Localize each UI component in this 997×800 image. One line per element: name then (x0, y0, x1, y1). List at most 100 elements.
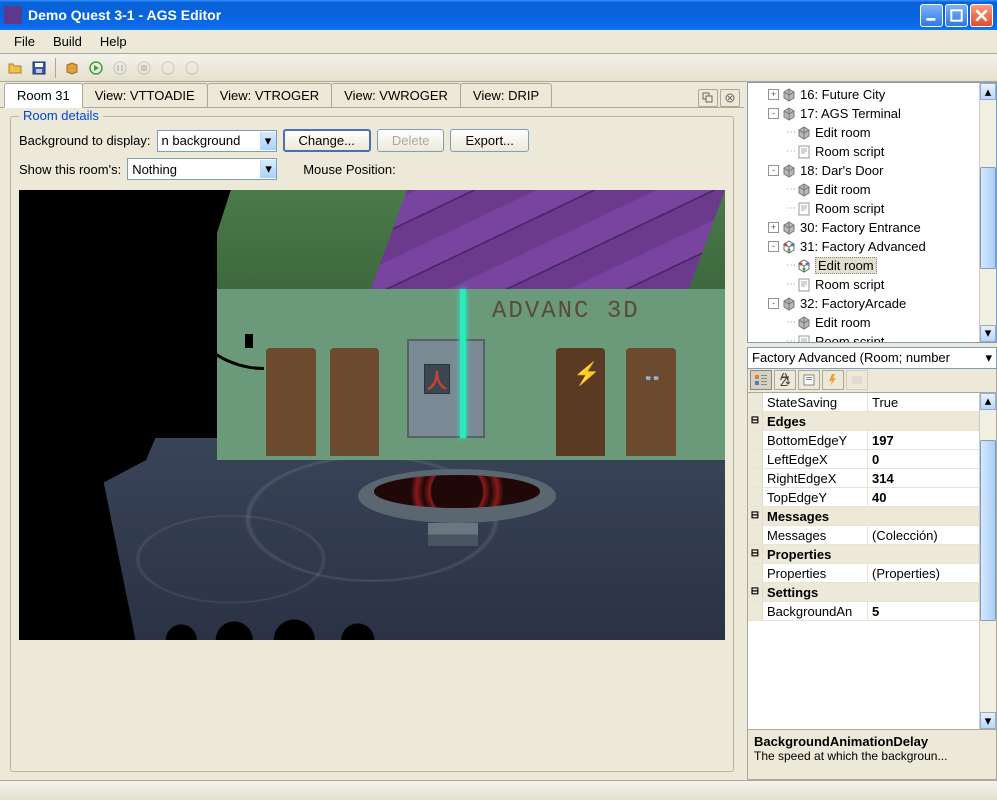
menu-file[interactable]: File (6, 32, 43, 51)
tree-node[interactable]: +30: Factory Entrance (750, 218, 977, 237)
prop-value[interactable]: True (868, 393, 979, 411)
collapse-icon[interactable]: ⊟ (748, 545, 763, 563)
prop-name: BackgroundAn (763, 602, 868, 620)
chevron-down-icon: ▾ (260, 160, 276, 178)
property-pages-icon[interactable] (798, 370, 820, 390)
open-icon[interactable] (4, 57, 26, 79)
toolbar (0, 54, 997, 82)
prop-row[interactable]: Messages(Colección) (748, 526, 979, 545)
document-tabs: Room 31 View: VTTOADIE View: VTROGER Vie… (0, 82, 744, 108)
tab-room-31[interactable]: Room 31 (4, 83, 83, 108)
tree-node[interactable]: -17: AGS Terminal (750, 104, 977, 123)
prop-name: Messages (763, 526, 868, 544)
prop-row[interactable]: LeftEdgeX0 (748, 450, 979, 469)
cubec-icon (796, 258, 812, 274)
prop-value[interactable]: 314 (868, 469, 979, 487)
categorized-icon[interactable] (750, 370, 772, 390)
tab-view-vwroger[interactable]: View: VWROGER (331, 83, 461, 107)
scroll-down-icon[interactable]: ▾ (980, 325, 996, 342)
prop-category[interactable]: ⊟Edges (748, 412, 979, 431)
tab-close-button[interactable] (720, 89, 740, 107)
prop-value[interactable]: (Colección) (868, 526, 979, 544)
stop-icon (133, 57, 155, 79)
change-button[interactable]: Change... (283, 129, 371, 152)
events-icon[interactable] (822, 370, 844, 390)
tree-node[interactable]: ⋯Edit room (750, 180, 977, 199)
alphabetical-icon[interactable]: AZ (774, 370, 796, 390)
tree-node[interactable]: ⋯Room script (750, 332, 977, 342)
prop-row[interactable]: BottomEdgeY197 (748, 431, 979, 450)
room-preview[interactable]: 人 ⚡ 👓 ADVANC 3D (19, 190, 725, 640)
export-button[interactable]: Export... (450, 129, 528, 152)
prop-value[interactable]: 197 (868, 431, 979, 449)
room-details-label: Room details (19, 108, 103, 123)
tab-list-button[interactable] (698, 89, 718, 107)
save-icon[interactable] (28, 57, 50, 79)
prop-name: TopEdgeY (763, 488, 868, 506)
prop-scrollbar[interactable]: ▴ ▾ (979, 393, 996, 729)
collapse-icon[interactable]: ⊟ (748, 583, 763, 601)
prop-value[interactable]: 40 (868, 488, 979, 506)
show-rooms-combo[interactable]: Nothing ▾ (127, 158, 277, 180)
tree-toggle-icon[interactable]: - (768, 165, 779, 176)
tree-toggle-icon[interactable]: - (768, 108, 779, 119)
prop-category[interactable]: ⊟Properties (748, 545, 979, 564)
play-icon[interactable] (85, 57, 107, 79)
cube-icon (796, 315, 812, 331)
tree-node-label: Room script (815, 144, 884, 159)
tree-node-label: Room script (815, 334, 884, 342)
scroll-up-icon[interactable]: ▴ (980, 393, 996, 410)
property-grid: StateSavingTrue⊟EdgesBottomEdgeY197LeftE… (747, 393, 997, 730)
minimize-button[interactable] (920, 4, 943, 27)
chevron-down-icon: ▾ (260, 132, 276, 150)
property-help-name: BackgroundAnimationDelay (754, 734, 990, 749)
tab-view-vtroger[interactable]: View: VTROGER (207, 83, 332, 107)
tab-view-drip[interactable]: View: DRIP (460, 83, 552, 107)
delete-button: Delete (377, 129, 445, 152)
tree-node[interactable]: +16: Future City (750, 85, 977, 104)
maximize-button[interactable] (945, 4, 968, 27)
scroll-up-icon[interactable]: ▴ (980, 83, 996, 100)
tree-node-label: Room script (815, 201, 884, 216)
scroll-down-icon[interactable]: ▾ (980, 712, 996, 729)
tree-toggle-icon[interactable]: + (768, 222, 779, 233)
prop-value[interactable]: (Properties) (868, 564, 979, 582)
app-icon (4, 6, 22, 24)
prop-value[interactable]: 5 (868, 602, 979, 620)
bg-display-combo[interactable]: n background ▾ (157, 130, 277, 152)
step-icon (157, 57, 179, 79)
script-icon (796, 201, 812, 217)
tree-scrollbar[interactable]: ▴ ▾ (979, 83, 996, 342)
collapse-icon[interactable]: ⊟ (748, 412, 763, 430)
script-icon (796, 144, 812, 160)
menubar: File Build Help (0, 30, 997, 54)
prop-row[interactable]: Properties(Properties) (748, 564, 979, 583)
property-object-combo[interactable]: Factory Advanced (Room; number ▾ (747, 347, 997, 369)
tree-toggle-icon[interactable]: - (768, 241, 779, 252)
prop-category[interactable]: ⊟Messages (748, 507, 979, 526)
prop-value[interactable]: 0 (868, 450, 979, 468)
prop-row[interactable]: TopEdgeY40 (748, 488, 979, 507)
tree-toggle-icon[interactable]: + (768, 89, 779, 100)
collapse-icon[interactable]: ⊟ (748, 507, 763, 525)
menu-help[interactable]: Help (92, 32, 135, 51)
tree-node[interactable]: ⋯Edit room (750, 256, 977, 275)
menu-build[interactable]: Build (45, 32, 90, 51)
tree-node[interactable]: ⋯Edit room (750, 313, 977, 332)
prop-row[interactable]: RightEdgeX314 (748, 469, 979, 488)
tree-node[interactable]: ⋯Edit room (750, 123, 977, 142)
prop-row[interactable]: StateSavingTrue (748, 393, 979, 412)
tree-node[interactable]: ⋯Room script (750, 199, 977, 218)
tree-node[interactable]: ⋯Room script (750, 142, 977, 161)
prop-row[interactable]: BackgroundAn5 (748, 602, 979, 621)
tab-view-vttoadie[interactable]: View: VTTOADIE (82, 83, 208, 107)
cubec-icon (781, 239, 797, 255)
tree-toggle-icon[interactable]: - (768, 298, 779, 309)
tree-node[interactable]: -32: FactoryArcade (750, 294, 977, 313)
tree-node[interactable]: -31: Factory Advanced (750, 237, 977, 256)
tree-node[interactable]: ⋯Room script (750, 275, 977, 294)
close-button[interactable] (970, 4, 993, 27)
box-icon[interactable] (61, 57, 83, 79)
tree-node[interactable]: -18: Dar's Door (750, 161, 977, 180)
prop-category[interactable]: ⊟Settings (748, 583, 979, 602)
